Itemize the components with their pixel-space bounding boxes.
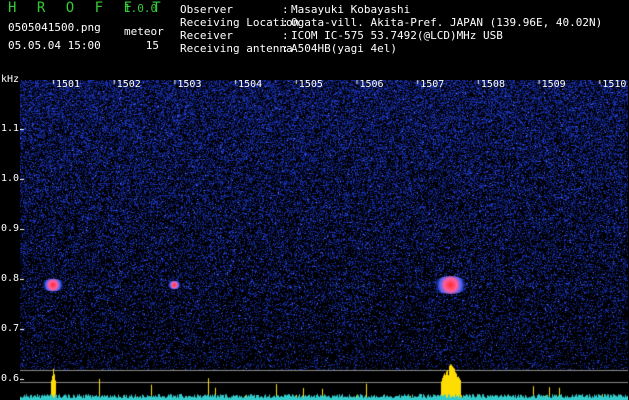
observation-datetime: 05.05.04 15:00	[8, 39, 101, 52]
receiver-label: Receiver	[180, 29, 233, 42]
x-tick-label: 1501	[56, 79, 81, 90]
x-tick-label: 1510	[602, 79, 627, 90]
x-tick-label: 1508	[480, 79, 505, 90]
y-tick-label: 1.0	[0, 173, 19, 184]
location-value: Ogata-vill. Akita-Pref. JAPAN (139.96E, …	[291, 16, 603, 29]
colon: :	[282, 29, 289, 42]
x-tick-label: 1506	[359, 79, 384, 90]
antenna-label: Receiving antenna	[180, 42, 293, 55]
meteor-label: meteor	[124, 25, 164, 38]
y-tick-label: 0.7	[0, 323, 19, 334]
colon: :	[282, 3, 289, 16]
observer-label: Observer	[180, 3, 233, 16]
x-tick-label: 1507	[420, 79, 445, 90]
x-tick-label: 1503	[177, 79, 202, 90]
y-tick-label: 0.8	[0, 273, 19, 284]
file-name: 0505041500.png	[8, 21, 101, 34]
x-tick-label: 1502	[116, 79, 141, 90]
antenna-value: A504HB(yagi 4el)	[291, 42, 397, 55]
receiver-value: ICOM IC-575 53.7492(@LCD)MHz USB	[291, 29, 503, 42]
meteor-count: 15	[145, 39, 159, 52]
y-tick-label: 1.1	[0, 123, 19, 134]
y-tick-label: 0.6	[0, 373, 19, 384]
app-version: 1.0.0	[124, 2, 158, 15]
x-tick-label: 1504	[238, 79, 263, 90]
y-axis-unit: kHz	[1, 74, 20, 85]
x-tick-label: 1509	[541, 79, 566, 90]
observer-value: Masayuki Kobayashi	[291, 3, 411, 16]
colon: :	[282, 42, 289, 55]
y-tick-label: 0.9	[0, 223, 19, 234]
colon: :	[282, 16, 289, 29]
x-tick-label: 1505	[298, 79, 323, 90]
spectrogram-plot	[20, 80, 628, 400]
